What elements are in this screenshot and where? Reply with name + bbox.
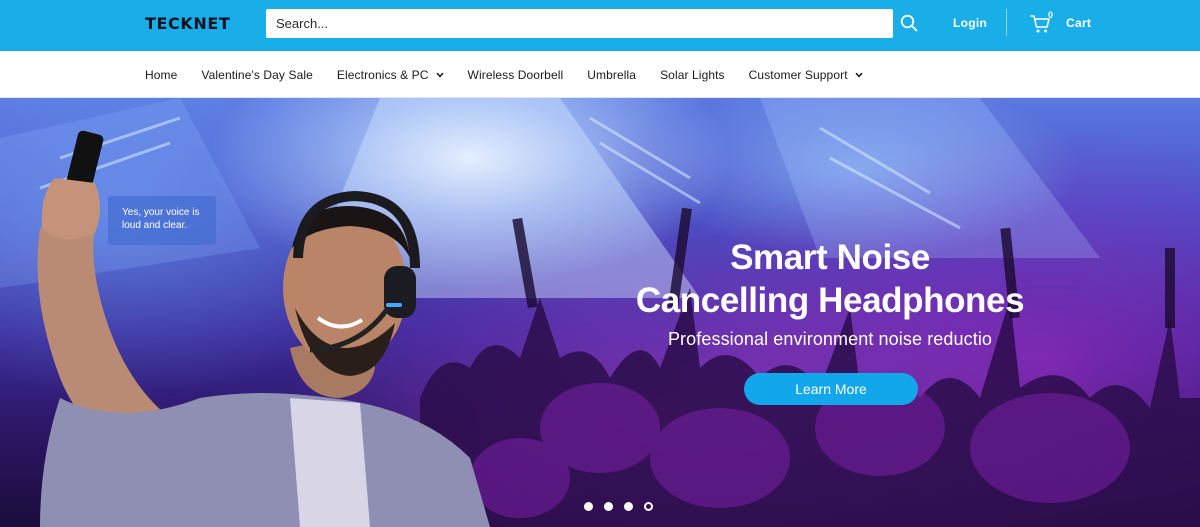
main-navigation: Home Valentine's Day Sale Electronics & … <box>0 51 1200 98</box>
nav-item-electronics-pc[interactable]: Electronics & PC <box>337 68 444 82</box>
nav-item-label: Valentine's Day Sale <box>201 68 313 82</box>
hero-banner[interactable]: Yes, your voice is loud and clear. Smart… <box>0 98 1200 527</box>
nav-item-solar-lights[interactable]: Solar Lights <box>660 68 725 82</box>
cart-count-badge: 0 <box>1048 10 1054 20</box>
hero-title-line-1: Smart Noise <box>730 238 930 277</box>
nav-item-label: Electronics & PC <box>336 68 429 82</box>
hero-title: Smart Noise Cancelling Headphones <box>620 236 1040 322</box>
nav-item-umbrella[interactable]: Umbrella <box>587 68 636 82</box>
nav-item-label: Wireless Doorbell <box>467 68 564 82</box>
slide-dot-2[interactable] <box>604 502 613 511</box>
hero-title-line-2: Cancelling Headphones <box>635 281 1025 320</box>
slide-dot-3[interactable] <box>624 502 633 511</box>
nav-item-wireless-doorbell[interactable]: Wireless Doorbell <box>468 68 564 82</box>
nav-item-home[interactable]: Home <box>145 68 177 82</box>
slider-pagination <box>584 502 664 511</box>
nav-item-label: Solar Lights <box>660 68 725 82</box>
top-header: TECKNET Login 0 Cart <box>0 0 1200 51</box>
chevron-down-icon <box>855 72 863 78</box>
cart-label: Cart <box>1066 16 1092 30</box>
nav-item-label: Home <box>145 68 178 82</box>
nav-item-label: Umbrella <box>587 68 637 82</box>
slide-dot-4[interactable] <box>644 502 653 511</box>
header-divider <box>1006 9 1007 36</box>
brand-logo[interactable]: TECKNET <box>145 14 230 33</box>
chevron-down-icon <box>435 72 444 78</box>
learn-more-button[interactable]: Learn More <box>744 373 918 405</box>
nav-item-valentines-day-sale[interactable]: Valentine's Day Sale <box>201 68 312 82</box>
voice-chat-bubble: Yes, your voice is loud and clear. <box>108 196 216 245</box>
search-input[interactable] <box>266 9 893 38</box>
nav-item-customer-support[interactable]: Customer Support <box>749 68 863 82</box>
nav-item-label: Customer Support <box>748 68 848 82</box>
man-with-headset-image <box>37 130 490 527</box>
login-link[interactable]: Login <box>953 16 987 30</box>
nav-menu: Home Valentine's Day Sale Electronics & … <box>145 68 887 82</box>
search-icon[interactable] <box>899 13 919 33</box>
slide-dot-1[interactable] <box>584 502 593 511</box>
hero-subtitle: Professional environment noise reductio <box>667 329 993 349</box>
